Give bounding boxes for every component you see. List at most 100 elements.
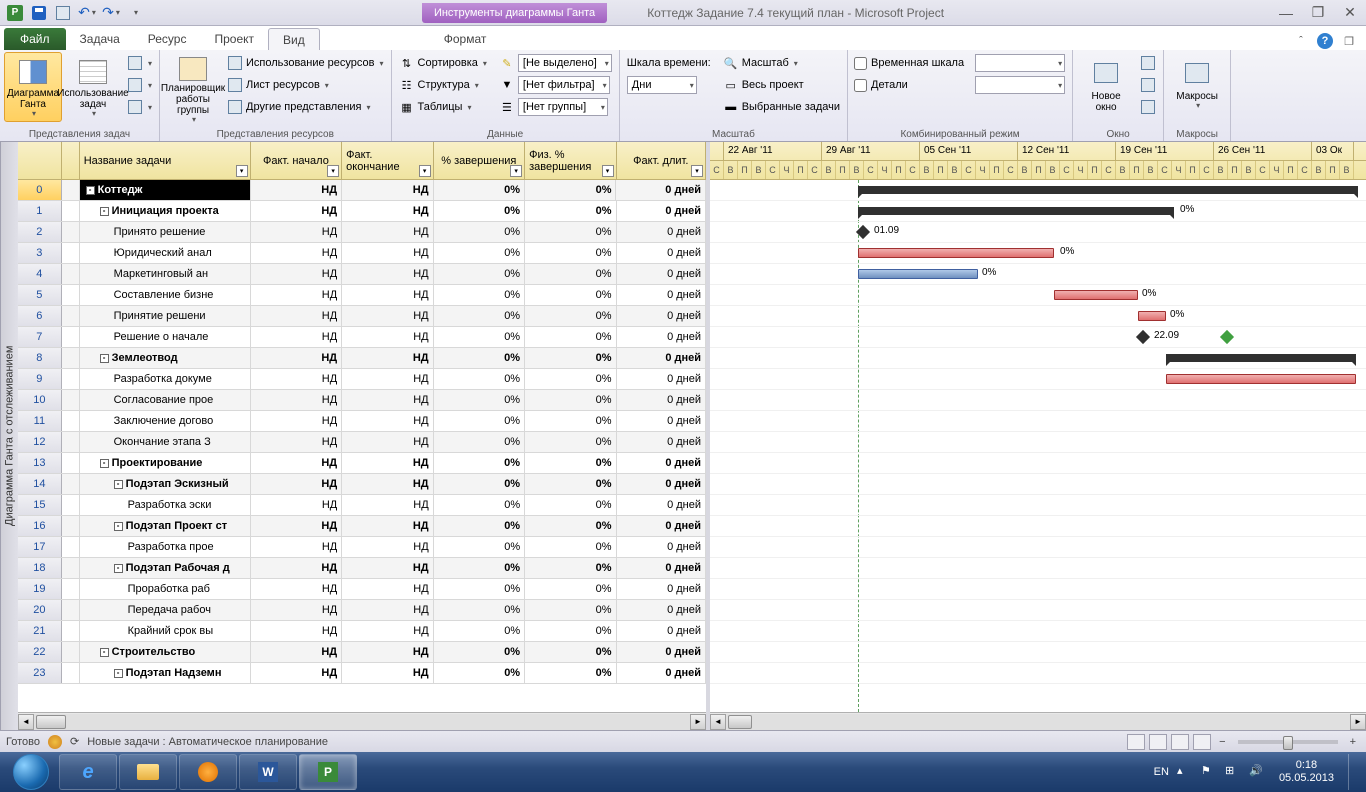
row-id-cell[interactable]: 20 — [18, 600, 62, 620]
table-row[interactable]: 23-Подэтап НадземнНДНД0%0%0 дней — [18, 663, 706, 684]
pct-complete-cell[interactable]: 0% — [434, 453, 525, 473]
phys-pct-cell[interactable]: 0% — [525, 579, 616, 599]
table-row[interactable]: 15Разработка эскиНДНД0%0%0 дней — [18, 495, 706, 516]
task-name-cell[interactable]: Разработка докуме — [80, 369, 251, 389]
act-finish-cell[interactable]: НД — [342, 516, 433, 536]
pct-complete-cell[interactable]: 0% — [434, 264, 525, 284]
pct-complete-cell[interactable]: 0% — [434, 621, 525, 641]
act-finish-cell[interactable]: НД — [342, 201, 433, 221]
phys-pct-cell[interactable]: 0% — [525, 390, 616, 410]
pct-complete-cell[interactable]: 0% — [434, 663, 525, 683]
phys-pct-cell[interactable]: 0% — [525, 600, 616, 620]
details-view-combo[interactable] — [972, 74, 1068, 96]
view-shortcut-sheet[interactable] — [1193, 734, 1211, 750]
gantt-row[interactable] — [710, 516, 1366, 537]
gantt-row[interactable] — [710, 369, 1366, 390]
minimize-button[interactable]: — — [1274, 4, 1298, 22]
row-id-cell[interactable]: 19 — [18, 579, 62, 599]
act-duration-cell[interactable]: 0 дней — [617, 621, 706, 641]
scroll-right-button[interactable]: ► — [690, 714, 706, 730]
row-id-cell[interactable]: 17 — [18, 537, 62, 557]
restore-button[interactable]: ❐ — [1306, 4, 1330, 22]
pct-complete-cell[interactable]: 0% — [434, 642, 525, 662]
header-act-duration[interactable]: Факт. длит.▾ — [617, 142, 706, 179]
gantt-chart-button[interactable]: Диаграмма Ганта▾ — [4, 52, 62, 122]
outline-toggle[interactable]: - — [114, 669, 123, 678]
row-id-cell[interactable]: 14 — [18, 474, 62, 494]
outline-toggle[interactable]: - — [86, 186, 95, 195]
row-id-cell[interactable]: 21 — [18, 621, 62, 641]
gantt-row[interactable] — [710, 558, 1366, 579]
row-id-cell[interactable]: 13 — [18, 453, 62, 473]
filter-dropdown-icon[interactable]: ▾ — [691, 165, 703, 177]
gantt-summary-bar[interactable] — [858, 186, 1358, 194]
hide-button[interactable] — [1137, 96, 1159, 118]
act-duration-cell[interactable]: 0 дней — [617, 474, 706, 494]
table-row[interactable]: 21Крайний срок выНДНД0%0%0 дней — [18, 621, 706, 642]
task-name-cell[interactable]: -Строительство — [80, 642, 251, 662]
task-name-cell[interactable]: -Инициация проекта — [80, 201, 251, 221]
act-duration-cell[interactable]: 0 дней — [617, 222, 706, 242]
gantt-task-bar[interactable] — [858, 248, 1054, 258]
taskbar-item-ie[interactable]: e — [59, 754, 117, 790]
pct-complete-cell[interactable]: 0% — [434, 495, 525, 515]
row-id-cell[interactable]: 9 — [18, 369, 62, 389]
group-combo[interactable]: ☰[Нет группы] — [496, 96, 615, 118]
row-id-cell[interactable]: 18 — [18, 558, 62, 578]
act-start-cell[interactable]: НД — [251, 516, 342, 536]
phys-pct-cell[interactable]: 0% — [525, 243, 616, 263]
act-duration-cell[interactable]: 0 дней — [617, 516, 706, 536]
phys-pct-cell[interactable]: 0% — [525, 201, 616, 221]
pct-complete-cell[interactable]: 0% — [434, 390, 525, 410]
gantt-hscrollbar[interactable]: ◄ ► — [710, 712, 1366, 730]
table-row[interactable]: 17Разработка проеНДНД0%0%0 дней — [18, 537, 706, 558]
act-finish-cell[interactable]: НД — [342, 579, 433, 599]
pct-complete-cell[interactable]: 0% — [434, 306, 525, 326]
gantt-row[interactable] — [710, 348, 1366, 369]
table-row[interactable]: 10Согласование проеНДНД0%0%0 дней — [18, 390, 706, 411]
act-duration-cell[interactable]: 0 дней — [617, 663, 706, 683]
act-finish-cell[interactable]: НД — [342, 600, 433, 620]
resource-usage-button[interactable]: Использование ресурсов▾ — [224, 52, 387, 74]
act-start-cell[interactable]: НД — [251, 642, 342, 662]
act-finish-cell[interactable]: НД — [342, 222, 433, 242]
act-duration-cell[interactable]: 0 дней — [617, 390, 706, 410]
gantt-row[interactable] — [710, 579, 1366, 600]
gantt-body[interactable]: 0%01.090%0%0%0%22.09 — [710, 180, 1366, 712]
qat-button-2[interactable] — [52, 2, 74, 24]
outline-button[interactable]: ☷Структура▾ — [396, 74, 490, 96]
row-id-cell[interactable]: 5 — [18, 285, 62, 305]
table-row[interactable]: 20Передача рабочНДНД0%0%0 дней — [18, 600, 706, 621]
gantt-row[interactable] — [710, 537, 1366, 558]
row-id-cell[interactable]: 8 — [18, 348, 62, 368]
row-id-cell[interactable]: 11 — [18, 411, 62, 431]
close-button[interactable]: ✕ — [1338, 4, 1362, 22]
pct-complete-cell[interactable]: 0% — [434, 474, 525, 494]
zoom-button[interactable]: 🔍Масштаб▾ — [720, 52, 843, 74]
header-pct-complete[interactable]: % завершения▾ — [434, 142, 525, 179]
row-id-cell[interactable]: 2 — [18, 222, 62, 242]
act-duration-cell[interactable]: 0 дней — [617, 201, 706, 221]
other-views-button[interactable]: Другие представления▾ — [224, 96, 387, 118]
act-start-cell[interactable]: НД — [251, 285, 342, 305]
tab-project[interactable]: Проект — [200, 28, 268, 50]
act-finish-cell[interactable]: НД — [342, 558, 433, 578]
act-start-cell[interactable]: НД — [251, 306, 342, 326]
filter-combo[interactable]: ▼[Нет фильтра] — [496, 74, 615, 96]
act-duration-cell[interactable]: 0 дней — [617, 348, 706, 368]
outline-toggle[interactable]: - — [100, 648, 109, 657]
gantt-row[interactable] — [710, 180, 1366, 201]
act-finish-cell[interactable]: НД — [342, 411, 433, 431]
pct-complete-cell[interactable]: 0% — [434, 222, 525, 242]
task-name-cell[interactable]: -Подэтап Надземн — [80, 663, 251, 683]
act-finish-cell[interactable]: НД — [342, 264, 433, 284]
outline-toggle[interactable]: - — [114, 522, 123, 531]
pct-complete-cell[interactable]: 0% — [434, 411, 525, 431]
act-start-cell[interactable]: НД — [251, 621, 342, 641]
gantt-summary-bar[interactable] — [858, 207, 1174, 215]
gantt-timescale[interactable]: 22 Авг '1129 Авг '1105 Сен '1112 Сен '11… — [710, 142, 1366, 180]
act-start-cell[interactable]: НД — [251, 327, 342, 347]
filter-dropdown-icon[interactable]: ▾ — [602, 165, 614, 177]
phys-pct-cell[interactable]: 0% — [525, 621, 616, 641]
tab-file[interactable]: Файл — [4, 28, 66, 50]
